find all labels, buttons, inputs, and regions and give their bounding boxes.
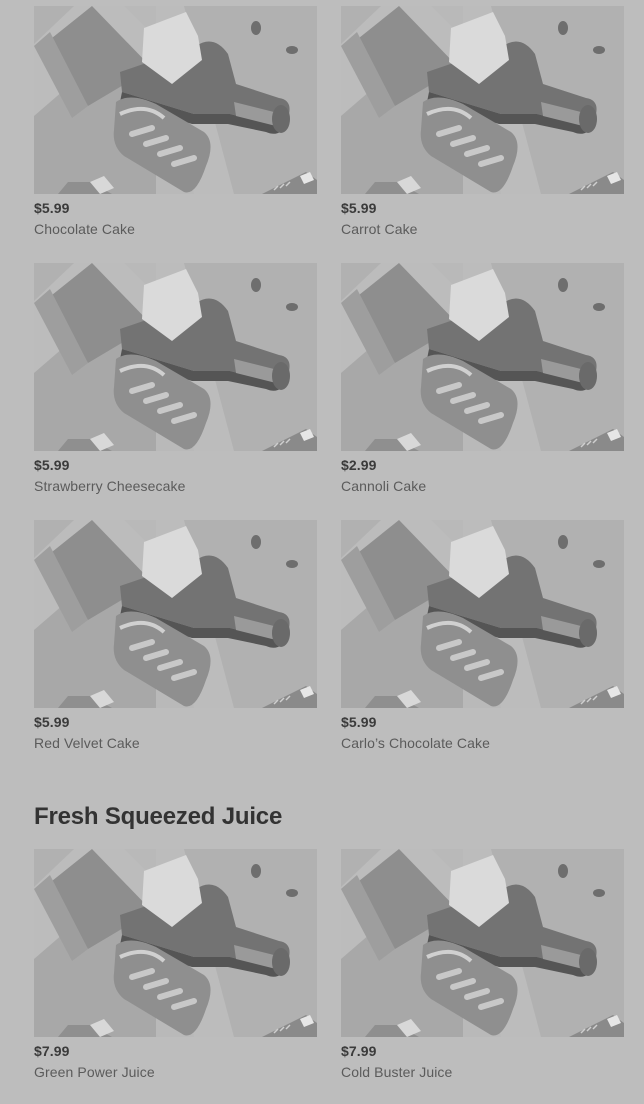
menu-item-card[interactable]: $5.99 Carlo’s Chocolate Cake (341, 520, 624, 752)
item-name: Strawberry Cheesecake (34, 478, 186, 494)
menu-item-card[interactable]: $5.99 Chocolate Cake (34, 6, 317, 238)
item-price: $2.99 (341, 457, 377, 473)
menu-item-card[interactable]: $5.99 Red Velvet Cake (34, 520, 317, 752)
item-price: $5.99 (34, 200, 70, 216)
item-name: Carlo’s Chocolate Cake (341, 735, 491, 751)
menu-grid-juice: $7.99 Green Power Juice $7.99 Cold Buste… (34, 849, 624, 1081)
item-name: Red Velvet Cake (34, 735, 140, 751)
item-price: $5.99 (34, 457, 70, 473)
menu-item-card[interactable]: $5.99 Strawberry Cheesecake (34, 263, 317, 495)
menu-item-card[interactable]: $7.99 Cold Buster Juice (341, 849, 624, 1081)
item-name: Cannoli Cake (341, 478, 427, 494)
menu-item-card[interactable]: $7.99 Green Power Juice (34, 849, 317, 1081)
menu-item-card[interactable]: $2.99 Cannoli Cake (341, 263, 624, 495)
item-name: Chocolate Cake (34, 221, 136, 237)
item-name: Carrot Cake (341, 221, 418, 237)
food-placeholder-icon (341, 520, 624, 708)
menu-item-card[interactable]: $5.99 Carrot Cake (341, 6, 624, 238)
item-name: Cold Buster Juice (341, 1064, 453, 1080)
food-placeholder-icon (34, 520, 317, 708)
item-price: $5.99 (341, 714, 377, 730)
food-placeholder-icon (34, 6, 317, 194)
item-name: Green Power Juice (34, 1064, 155, 1080)
item-price: $5.99 (341, 200, 377, 216)
menu-grid-cakes: $5.99 Chocolate Cake $5.99 Carrot Cake $… (34, 6, 624, 752)
food-placeholder-icon (34, 849, 317, 1037)
section-title-juice: Fresh Squeezed Juice (34, 803, 283, 830)
item-price: $5.99 (34, 714, 70, 730)
food-placeholder-icon (341, 849, 624, 1037)
food-placeholder-icon (34, 263, 317, 451)
food-placeholder-icon (341, 6, 624, 194)
food-placeholder-icon (341, 263, 624, 451)
item-price: $7.99 (34, 1043, 70, 1059)
item-price: $7.99 (341, 1043, 377, 1059)
